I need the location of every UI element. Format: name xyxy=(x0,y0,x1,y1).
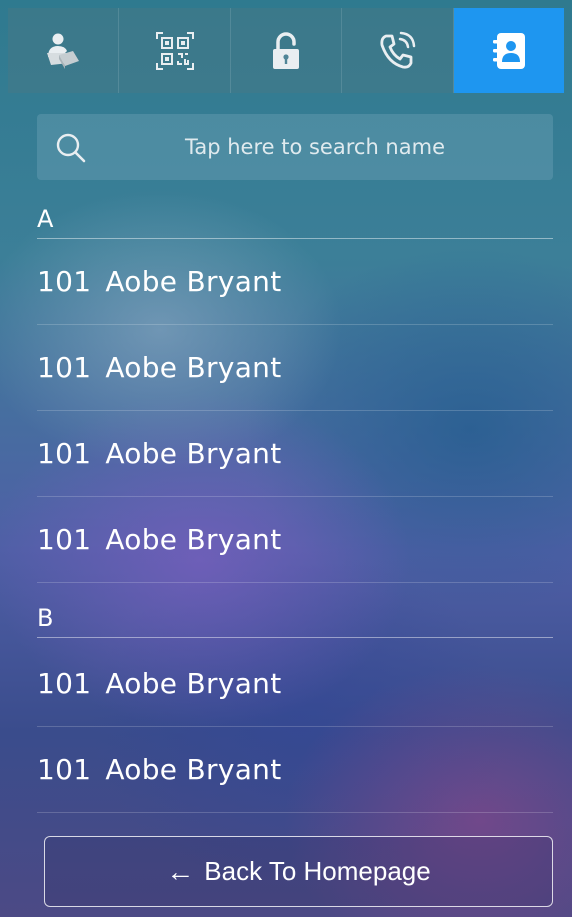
back-button-label: Back To Homepage xyxy=(204,856,431,886)
contact-number: 101 xyxy=(37,667,92,700)
tab-qr-code[interactable] xyxy=(119,8,231,93)
contact-number: 101 xyxy=(37,753,92,786)
tab-call[interactable] xyxy=(342,8,454,93)
contact-name: Aobe Bryant xyxy=(105,667,282,700)
qr-code-icon xyxy=(155,31,195,71)
resident-icon xyxy=(43,31,83,71)
contact-name: Aobe Bryant xyxy=(105,351,282,384)
phone-call-icon xyxy=(377,31,417,71)
search-placeholder: Tap here to search name xyxy=(185,135,445,159)
contact-item[interactable]: 101 Aobe Bryant xyxy=(37,239,553,325)
search-bar[interactable]: Tap here to search name xyxy=(37,114,553,180)
contacts-icon xyxy=(489,31,529,71)
app-frame: Tap here to search name A 101 Aobe Bryant… xyxy=(8,0,565,917)
unlock-icon xyxy=(266,31,306,71)
tab-contacts[interactable] xyxy=(453,8,565,93)
contact-item[interactable]: 101 Aobe Bryant xyxy=(37,411,553,497)
contact-name: Aobe Bryant xyxy=(105,437,282,470)
section-header-a: A xyxy=(37,199,553,239)
contact-item[interactable]: 101 Aobe Bryant xyxy=(37,641,553,727)
contact-number: 101 xyxy=(37,265,92,298)
contact-item[interactable]: 101 Aobe Bryant xyxy=(37,325,553,411)
contact-name: Aobe Bryant xyxy=(105,523,282,556)
section-header-b: B xyxy=(37,598,553,638)
contact-name: Aobe Bryant xyxy=(105,265,282,298)
contact-number: 101 xyxy=(37,351,92,384)
tab-unlock[interactable] xyxy=(230,8,343,93)
contact-item[interactable]: 101 Aobe Bryant xyxy=(37,727,553,813)
tab-bar xyxy=(8,8,565,93)
back-to-homepage-button[interactable]: ← Back To Homepage xyxy=(44,836,553,907)
contact-number: 101 xyxy=(37,437,92,470)
contact-number: 101 xyxy=(37,523,92,556)
tab-resident[interactable] xyxy=(8,8,120,93)
contact-item[interactable]: 101 Aobe Bryant xyxy=(37,497,553,583)
contact-name: Aobe Bryant xyxy=(105,753,282,786)
arrow-left-icon: ← xyxy=(166,855,195,887)
